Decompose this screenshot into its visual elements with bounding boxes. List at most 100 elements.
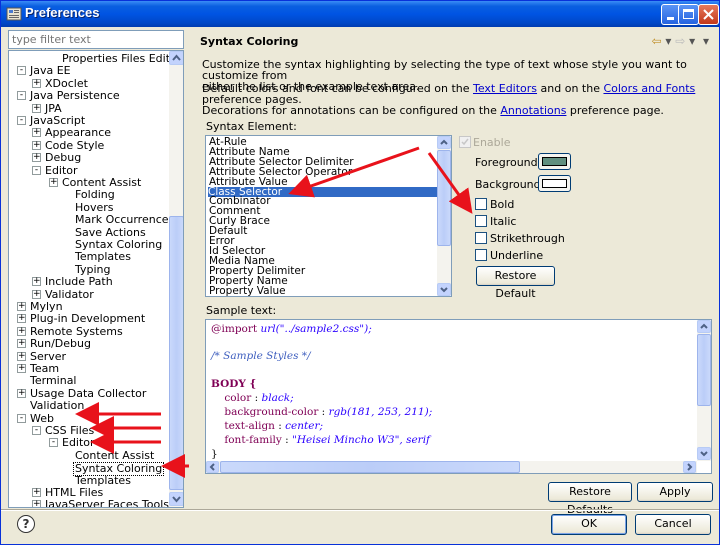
filter-input[interactable] (9, 31, 183, 48)
tree-item[interactable]: + Team (9, 363, 167, 375)
scroll-thumb[interactable] (169, 216, 183, 490)
tree-item[interactable]: Typing (9, 263, 167, 276)
expand-icon[interactable]: + (17, 388, 26, 398)
list-scrollbar[interactable] (437, 136, 451, 296)
expand-icon[interactable]: + (17, 302, 26, 311)
collapse-icon[interactable]: - (17, 116, 26, 125)
sample-scroll-right-button[interactable] (683, 461, 696, 473)
back-dropdown-icon[interactable]: ▾ (665, 34, 671, 48)
sample-scroll-left-button[interactable] (206, 461, 219, 473)
help-button[interactable]: ? (17, 515, 35, 533)
tree-item[interactable]: + Debug (9, 152, 167, 164)
restore-default-button[interactable]: Restore Default (476, 266, 555, 300)
sample-scroll-up-button[interactable] (697, 320, 711, 333)
sample-vscrollbar[interactable] (697, 320, 711, 461)
expand-icon[interactable]: + (17, 314, 26, 324)
italic-checkbox[interactable] (475, 215, 487, 227)
expand-icon[interactable]: + (32, 103, 41, 113)
tree-item[interactable]: Folding (9, 189, 167, 201)
back-arrow-icon[interactable]: ⇦ (651, 34, 661, 48)
sample-text-area[interactable]: @import url("../sample2.css"); /* Sample… (205, 319, 712, 474)
forward-arrow-icon[interactable]: ⇨ (675, 34, 685, 48)
tree-item[interactable]: Properties Files Editor (9, 53, 181, 65)
tree-item[interactable]: Syntax Coloring (9, 239, 167, 251)
strikethrough-checkbox[interactable] (475, 232, 487, 244)
enable-checkbox[interactable] (459, 136, 471, 148)
tree-item[interactable]: Hovers (9, 201, 167, 214)
expand-icon[interactable]: + (32, 153, 41, 163)
sample-scroll-down-button[interactable] (697, 447, 711, 460)
tree-item[interactable]: Syntax Coloring (9, 462, 167, 477)
tree-item[interactable]: - CSS Files (9, 425, 167, 437)
expand-icon[interactable]: + (17, 351, 26, 361)
tree-item[interactable]: + Content Assist (9, 177, 167, 189)
foreground-color-button[interactable] (538, 153, 571, 170)
preferences-tree[interactable]: Properties Files Editor - Java EE + XDoclet -… (8, 50, 184, 508)
tree-item[interactable]: - Java Persistence (9, 90, 167, 102)
collapse-icon[interactable]: - (17, 91, 26, 101)
tree-item[interactable]: Content Assist (9, 449, 167, 462)
tree-item[interactable]: + Mylyn (9, 301, 167, 313)
tree-item[interactable]: - Editor (9, 437, 167, 449)
tree-item[interactable]: + Server (9, 350, 167, 363)
syntax-element-list[interactable]: At-Rule Attribute Name Attribute Selector … (205, 135, 452, 297)
tree-item[interactable]: - Editor (9, 164, 167, 177)
title-bar[interactable]: Preferences (1, 1, 719, 27)
underline-checkbox[interactable] (475, 249, 487, 261)
filter-field[interactable] (8, 30, 184, 49)
close-button[interactable] (698, 4, 719, 25)
tree-item[interactable]: + Usage Data Collector (9, 387, 167, 400)
tree-item[interactable]: + Include Path (9, 276, 167, 288)
colors-and-fonts-link[interactable]: Colors and Fonts (603, 82, 695, 95)
tree-item[interactable]: + HTML Files (9, 487, 167, 499)
tree-item[interactable]: + JavaServer Faces Tools (9, 499, 169, 507)
expand-icon[interactable]: + (17, 364, 26, 373)
forward-dropdown-icon[interactable]: ▾ (689, 34, 695, 48)
collapse-icon[interactable]: - (17, 413, 26, 423)
annotations-link[interactable]: Annotations (500, 104, 566, 117)
ok-button[interactable]: OK (551, 514, 627, 535)
collapse-icon[interactable]: - (32, 426, 41, 435)
tree-item[interactable]: + Plug-in Development (9, 313, 167, 325)
tree-scrollbar[interactable] (169, 51, 183, 507)
scroll-down-button[interactable] (169, 492, 183, 506)
tree-item[interactable]: Save Actions (9, 226, 167, 239)
tree-item[interactable]: + XDoclet (9, 77, 167, 90)
collapse-icon[interactable]: - (32, 165, 41, 175)
expand-icon[interactable]: + (32, 78, 41, 88)
syntax-element-item[interactable]: Property Value (209, 285, 286, 296)
restore-defaults-button[interactable]: Restore Defaults (548, 482, 632, 516)
scroll-up-button[interactable] (169, 51, 183, 65)
tree-item[interactable]: Templates (9, 474, 167, 487)
view-menu-icon[interactable]: ▾ (703, 34, 709, 48)
expand-icon[interactable]: + (32, 289, 41, 299)
collapse-icon[interactable]: - (17, 66, 26, 76)
expand-icon[interactable]: + (32, 488, 41, 497)
collapse-icon[interactable]: - (49, 438, 58, 448)
text-editors-link[interactable]: Text Editors (473, 82, 537, 95)
expand-icon[interactable]: + (49, 178, 58, 187)
cancel-button[interactable]: Cancel (635, 514, 711, 535)
expand-icon[interactable]: + (17, 339, 26, 349)
background-color-button[interactable] (538, 175, 571, 192)
tree-item[interactable]: - JavaScript (9, 115, 167, 127)
list-scroll-up-button[interactable] (437, 136, 451, 149)
tree-item[interactable]: + Code Style (9, 139, 167, 152)
sample-vscroll-thumb[interactable] (697, 334, 711, 406)
sample-hscrollbar[interactable] (206, 461, 697, 473)
tree-item[interactable]: Templates (9, 251, 167, 263)
expand-icon[interactable]: + (32, 500, 41, 507)
expand-icon[interactable]: + (32, 140, 41, 150)
apply-button[interactable]: Apply (637, 482, 713, 502)
sample-hscroll-thumb[interactable] (220, 461, 520, 473)
tree-item[interactable]: + Validator (9, 288, 167, 301)
tree-item[interactable]: + JPA (9, 102, 167, 115)
maximize-button[interactable] (678, 4, 699, 25)
tree-item[interactable]: Mark Occurrences (9, 214, 174, 226)
tree-item[interactable]: Terminal (9, 375, 167, 387)
tree-item[interactable]: Validation (9, 400, 167, 412)
tree-item[interactable]: + Run/Debug (9, 338, 167, 350)
tree-item[interactable]: + Remote Systems (9, 325, 167, 338)
expand-icon[interactable]: + (32, 277, 41, 287)
list-scroll-thumb[interactable] (437, 150, 451, 246)
